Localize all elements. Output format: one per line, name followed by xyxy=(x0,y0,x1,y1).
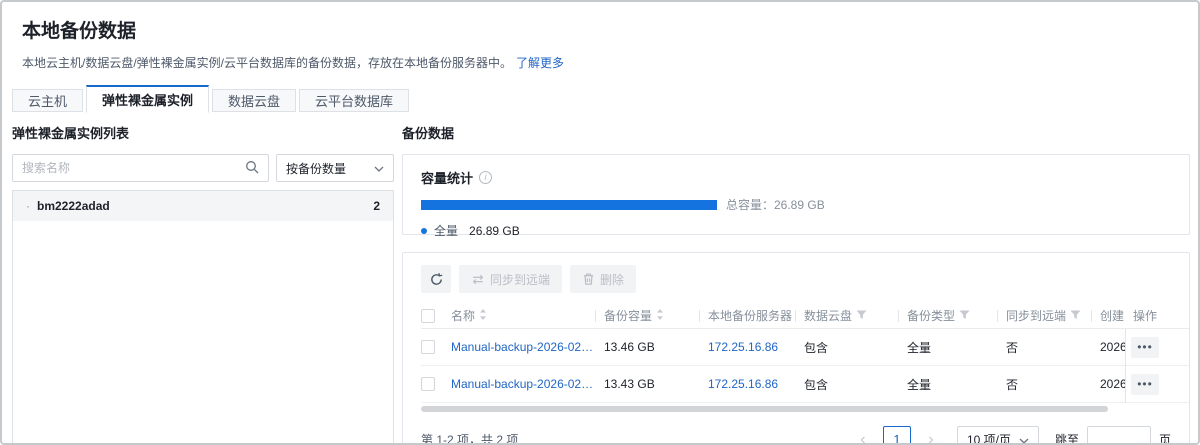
table-header-row: 名称 备份容量 本地备份服务器 xyxy=(421,303,1189,329)
items-summary: 第 1-2 项，共 2 项 xyxy=(421,431,518,445)
backup-table: 名称 备份容量 本地备份服务器 xyxy=(421,303,1189,403)
created-cell: 2026- xyxy=(1091,340,1125,354)
sync-to-remote-label: 同步到远端 xyxy=(490,271,550,288)
capacity-total-label: 总容量：26.89 GB xyxy=(726,196,825,213)
next-page-button[interactable]: › xyxy=(919,426,943,445)
capacity-card: 容量统计 i 总容量：26.89 GB 全量 26.89 GB xyxy=(402,154,1190,235)
legend-dot-icon xyxy=(421,228,427,234)
page-description: 本地云主机/数据云盘/弹性裸金属实例/云平台数据库的备份数据，存放在本地备份服务… xyxy=(22,54,1178,71)
table-toolbar: 同步到远端 删除 xyxy=(421,265,1189,293)
legend-value: 26.89 GB xyxy=(469,224,520,238)
table-row: Manual-backup-2026-02-2... 13.46 GB 172.… xyxy=(421,329,1189,366)
filter-icon xyxy=(1070,309,1081,323)
delete-label: 删除 xyxy=(600,271,624,288)
capacity-bar-fill xyxy=(421,200,717,210)
list-item[interactable]: · bm2222adad 2 xyxy=(13,191,393,221)
capacity-bar xyxy=(421,200,717,210)
column-header-server: 本地备份服务器 xyxy=(699,307,795,324)
row-checkbox[interactable] xyxy=(421,340,435,354)
page-header: 本地备份数据 本地云主机/数据云盘/弹性裸金属实例/云平台数据库的备份数据，存放… xyxy=(2,2,1198,71)
refresh-button[interactable] xyxy=(421,265,451,293)
page-size-select[interactable]: 10 项/页 xyxy=(957,426,1039,445)
more-actions-button[interactable]: ••• xyxy=(1131,337,1159,358)
instance-list-panel: 弹性裸金属实例列表 按备份数量 xyxy=(12,123,394,445)
data-disk-cell: 包含 xyxy=(795,376,898,393)
backup-capacity-cell: 13.43 GB xyxy=(595,377,699,391)
sort-select-value: 按备份数量 xyxy=(286,160,346,177)
column-header-synced[interactable]: 同步到远端 xyxy=(997,307,1091,324)
column-header-name[interactable]: 名称 xyxy=(451,307,595,324)
data-disk-cell: 包含 xyxy=(795,339,898,356)
more-actions-button[interactable]: ••• xyxy=(1131,374,1159,395)
page-size-value: 10 项/页 xyxy=(967,431,1011,445)
backup-type-cell: 全量 xyxy=(898,376,997,393)
select-all-checkbox[interactable] xyxy=(421,309,435,323)
tab-cloud-database[interactable]: 云平台数据库 xyxy=(299,89,409,112)
row-checkbox[interactable] xyxy=(421,377,435,391)
sort-icon xyxy=(479,309,487,323)
backup-name-link[interactable]: Manual-backup-2026-02-2... xyxy=(451,377,595,391)
info-icon[interactable]: i xyxy=(479,171,492,184)
page-title: 本地备份数据 xyxy=(22,16,1178,43)
chevron-down-icon xyxy=(374,161,384,175)
sync-arrows-icon xyxy=(471,273,485,286)
column-header-backup-type[interactable]: 备份类型 xyxy=(898,307,997,324)
table-footer: 第 1-2 项，共 2 项 ‹ 1 › 10 项/页 跳至 xyxy=(421,412,1189,445)
trash-icon xyxy=(582,272,595,286)
app-window: 本地备份数据 本地云主机/数据云盘/弹性裸金属实例/云平台数据库的备份数据，存放… xyxy=(0,0,1200,445)
sort-select[interactable]: 按备份数量 xyxy=(276,154,394,182)
refresh-icon xyxy=(429,272,444,287)
search-icon[interactable] xyxy=(245,160,259,177)
sync-to-remote-button[interactable]: 同步到远端 xyxy=(459,265,562,293)
list-item-bullet: · xyxy=(26,199,30,213)
instance-list: · bm2222adad 2 xyxy=(12,190,394,445)
page-unit-label: 页 xyxy=(1159,431,1171,445)
backup-data-title: 备份数据 xyxy=(402,123,1190,142)
chevron-down-icon xyxy=(1019,433,1029,445)
backup-name-link[interactable]: Manual-backup-2026-02-2... xyxy=(451,340,595,354)
backup-type-cell: 全量 xyxy=(898,339,997,356)
column-header-capacity[interactable]: 备份容量 xyxy=(595,307,699,324)
learn-more-link[interactable]: 了解更多 xyxy=(516,56,564,70)
tab-bar: 云主机 弹性裸金属实例 数据云盘 云平台数据库 xyxy=(12,84,1198,112)
jump-to-page-input[interactable] xyxy=(1087,426,1151,445)
search-box xyxy=(12,154,269,182)
server-link[interactable]: 172.25.16.86 xyxy=(708,377,778,391)
backup-table-card: 同步到远端 删除 xyxy=(402,252,1190,445)
instance-list-title: 弹性裸金属实例列表 xyxy=(12,123,394,142)
prev-page-button[interactable]: ‹ xyxy=(851,426,875,445)
tab-cloud-host[interactable]: 云主机 xyxy=(12,89,83,112)
search-input[interactable] xyxy=(22,161,245,175)
column-header-data-disk[interactable]: 数据云盘 xyxy=(795,307,898,324)
tab-data-disk[interactable]: 数据云盘 xyxy=(212,89,296,112)
created-cell: 2026- xyxy=(1091,377,1125,391)
page-description-text: 本地云主机/数据云盘/弹性裸金属实例/云平台数据库的备份数据，存放在本地备份服务… xyxy=(22,56,512,70)
column-header-actions: 操作 xyxy=(1125,307,1189,324)
list-item-name: bm2222adad xyxy=(37,199,110,213)
synced-cell: 否 xyxy=(997,339,1091,356)
list-item-count: 2 xyxy=(373,199,380,213)
backup-capacity-cell: 13.46 GB xyxy=(595,340,699,354)
page-number-button[interactable]: 1 xyxy=(883,426,911,445)
sort-icon xyxy=(656,309,664,323)
fixed-column-divider xyxy=(1125,329,1126,403)
legend-label: 全量 xyxy=(434,222,458,239)
column-header-created: 创建 xyxy=(1091,307,1125,324)
delete-button[interactable]: 删除 xyxy=(570,265,636,293)
tab-bare-metal-instance[interactable]: 弹性裸金属实例 xyxy=(86,85,209,113)
pagination: ‹ 1 › 10 项/页 跳至 页 xyxy=(851,426,1171,445)
synced-cell: 否 xyxy=(997,376,1091,393)
jump-to-label: 跳至 xyxy=(1055,431,1079,445)
backup-data-panel: 备份数据 容量统计 i 总容量：26.89 GB 全量 26.89 GB xyxy=(402,123,1190,445)
table-row: Manual-backup-2026-02-2... 13.43 GB 172.… xyxy=(421,366,1189,403)
filter-icon xyxy=(959,309,970,323)
filter-icon xyxy=(856,309,867,323)
server-link[interactable]: 172.25.16.86 xyxy=(708,340,778,354)
capacity-title: 容量统计 xyxy=(421,168,473,187)
